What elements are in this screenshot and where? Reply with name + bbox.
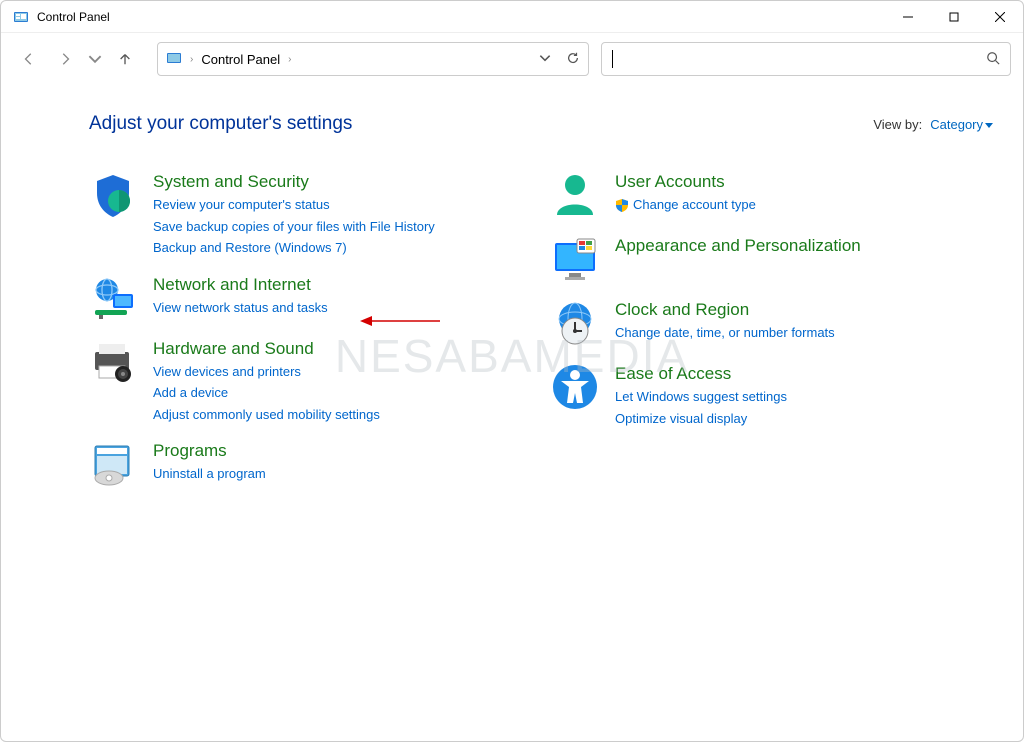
- viewby-value: Category: [930, 117, 993, 132]
- right-column: User Accounts Change account type Appear…: [551, 171, 993, 504]
- uac-shield-icon: [615, 198, 629, 212]
- category-network-internet: Network and Internet View network status…: [89, 274, 531, 322]
- category-hardware-sound: Hardware and Sound View devices and prin…: [89, 338, 531, 425]
- category-title[interactable]: Hardware and Sound: [153, 338, 380, 360]
- category-link[interactable]: Backup and Restore (Windows 7): [153, 238, 435, 258]
- category-title[interactable]: Network and Internet: [153, 274, 328, 296]
- page-heading: Adjust your computer's settings: [89, 113, 352, 135]
- category-user-accounts: User Accounts Change account type: [551, 171, 993, 219]
- accessibility-icon[interactable]: [551, 363, 599, 411]
- window-controls: [885, 1, 1023, 32]
- network-icon[interactable]: [89, 274, 137, 322]
- category-link[interactable]: Optimize visual display: [615, 409, 787, 429]
- caret-down-icon: [985, 123, 993, 128]
- category-appearance: Appearance and Personalization: [551, 235, 993, 283]
- category-title[interactable]: Ease of Access: [615, 363, 787, 385]
- category-title[interactable]: Clock and Region: [615, 299, 835, 321]
- category-title[interactable]: User Accounts: [615, 171, 756, 193]
- minimize-button[interactable]: [885, 1, 931, 32]
- address-bar[interactable]: › Control Panel ›: [157, 42, 589, 76]
- chevron-right-icon: ›: [188, 54, 195, 65]
- view-by-selector[interactable]: View by: Category: [873, 117, 993, 132]
- forward-button[interactable]: [49, 43, 81, 75]
- maximize-button[interactable]: [931, 1, 977, 32]
- category-ease-of-access: Ease of Access Let Windows suggest setti…: [551, 363, 993, 428]
- category-link[interactable]: Let Windows suggest settings: [615, 387, 787, 407]
- category-link[interactable]: Uninstall a program: [153, 464, 266, 484]
- category-link[interactable]: View devices and printers: [153, 362, 380, 382]
- user-icon[interactable]: [551, 171, 599, 219]
- left-column: System and Security Review your computer…: [89, 171, 531, 504]
- window-title: Control Panel: [37, 10, 110, 24]
- category-title[interactable]: Appearance and Personalization: [615, 235, 861, 257]
- up-button[interactable]: [109, 43, 141, 75]
- printer-icon[interactable]: [89, 338, 137, 386]
- category-link[interactable]: Review your computer's status: [153, 195, 435, 215]
- address-dropdown[interactable]: [538, 51, 552, 68]
- category-link[interactable]: Change account type: [615, 195, 756, 215]
- category-programs: Programs Uninstall a program: [89, 440, 531, 488]
- category-link[interactable]: Change date, time, or number formats: [615, 323, 835, 343]
- category-link[interactable]: Add a device: [153, 383, 380, 403]
- category-link[interactable]: Save backup copies of your files with Fi…: [153, 217, 435, 237]
- navbar: › Control Panel ›: [1, 33, 1023, 85]
- search-icon[interactable]: [986, 51, 1000, 68]
- category-clock-region: Clock and Region Change date, time, or n…: [551, 299, 993, 347]
- category-title[interactable]: Programs: [153, 440, 266, 462]
- category-system-security: System and Security Review your computer…: [89, 171, 531, 258]
- close-button[interactable]: [977, 1, 1023, 32]
- control-panel-icon: [13, 9, 29, 25]
- back-button[interactable]: [13, 43, 45, 75]
- viewby-label: View by:: [873, 117, 922, 132]
- refresh-button[interactable]: [566, 51, 580, 68]
- programs-icon[interactable]: [89, 440, 137, 488]
- content-area: Adjust your computer's settings View by:…: [1, 85, 1023, 524]
- recent-dropdown[interactable]: [85, 43, 105, 75]
- category-link[interactable]: View network status and tasks: [153, 298, 328, 318]
- chevron-right-icon: ›: [286, 54, 293, 65]
- shield-icon[interactable]: [89, 171, 137, 219]
- category-link[interactable]: Adjust commonly used mobility settings: [153, 405, 380, 425]
- text-caret: [612, 50, 613, 68]
- category-title[interactable]: System and Security: [153, 171, 435, 193]
- search-bar[interactable]: [601, 42, 1011, 76]
- monitor-icon[interactable]: [551, 235, 599, 283]
- breadcrumb-item[interactable]: Control Panel: [201, 52, 280, 67]
- search-input[interactable]: [612, 52, 986, 67]
- clock-icon[interactable]: [551, 299, 599, 347]
- address-icon: [166, 50, 182, 69]
- titlebar: Control Panel: [1, 1, 1023, 33]
